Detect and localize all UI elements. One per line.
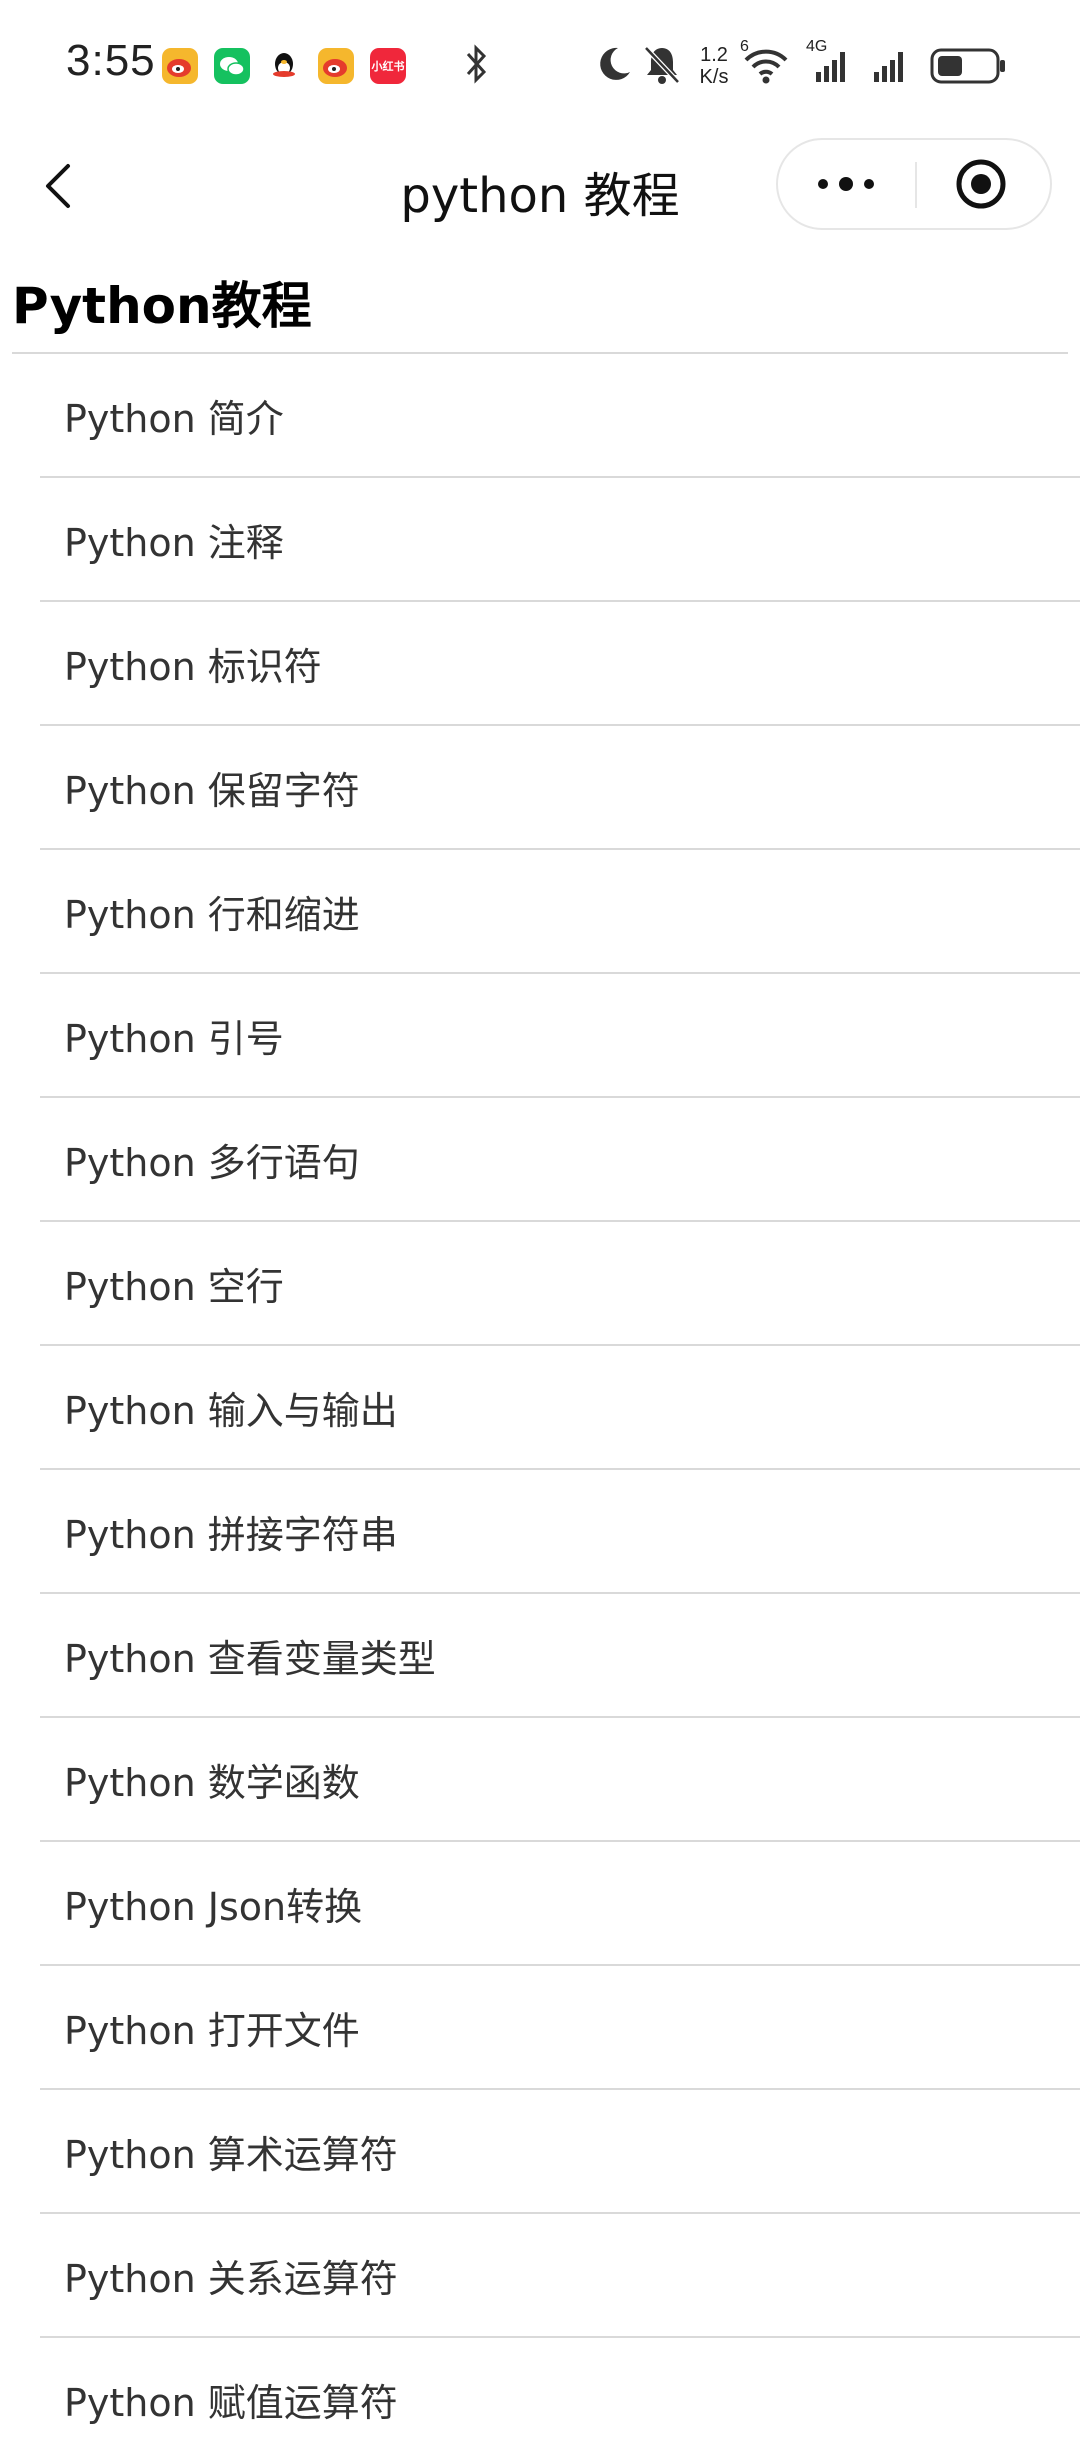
battery-icon <box>930 46 1010 98</box>
list-item-label: Python 查看变量类型 <box>64 1636 436 1681</box>
qq-icon <box>266 48 302 84</box>
list-item-relational-operators[interactable]: Python 关系运算符 <box>40 2214 1080 2338</box>
more-button[interactable] <box>778 140 915 228</box>
list-item-label: Python Json转换 <box>64 1884 363 1929</box>
page: 3:55 小红书 1.2 K/s 6 4G python 教程 Python教程… <box>0 0 1080 2438</box>
close-mini-program-button[interactable] <box>917 140 1050 228</box>
back-button[interactable] <box>36 152 86 218</box>
list-item-label: Python 赋值运算符 <box>64 2380 398 2425</box>
cell-signal-4g-icon: 4G <box>806 38 854 96</box>
cell-badge: 4G <box>806 38 828 55</box>
cell-signal-icon <box>868 44 916 96</box>
list-item-lines-indentation[interactable]: Python 行和缩进 <box>40 850 1080 974</box>
xiaohongshu-icon: 小红书 <box>370 48 406 84</box>
list-item-math-functions[interactable]: Python 数学函数 <box>40 1718 1080 1842</box>
list-item-label: Python 空行 <box>64 1264 284 1309</box>
status-bar: 3:55 小红书 1.2 K/s 6 4G <box>0 0 1080 130</box>
page-title: python 教程 <box>400 168 680 224</box>
list-item-intro[interactable]: Python 简介 <box>40 354 1080 478</box>
weibo-icon <box>318 48 354 84</box>
list-item-label: Python 标识符 <box>64 644 322 689</box>
chevron-left-icon <box>46 164 70 208</box>
network-speed-unit: K/s <box>699 66 729 88</box>
mute-notification-icon <box>642 42 682 94</box>
section-title: Python教程 <box>12 277 312 335</box>
list-item-string-concat[interactable]: Python 拼接字符串 <box>40 1470 1080 1594</box>
weibo-icon <box>162 48 198 84</box>
mini-program-capsule <box>776 138 1052 230</box>
list-item-comments[interactable]: Python 注释 <box>40 478 1080 602</box>
list-item-open-file[interactable]: Python 打开文件 <box>40 1966 1080 2090</box>
list-item-label: Python 引号 <box>64 1016 284 1061</box>
list-item-quotes[interactable]: Python 引号 <box>40 974 1080 1098</box>
list-item-assignment-operators[interactable]: Python 赋值运算符 <box>40 2338 1080 2438</box>
list-item-reserved-words[interactable]: Python 保留字符 <box>40 726 1080 850</box>
list-item-label: Python 简介 <box>64 396 284 441</box>
nav-bar: python 教程 <box>0 130 1080 240</box>
network-speed: 1.2 K/s <box>694 44 734 88</box>
more-dots-icon <box>818 177 874 191</box>
list-item-label: Python 注释 <box>64 520 284 565</box>
list-item-input-output[interactable]: Python 输入与输出 <box>40 1346 1080 1470</box>
list-item-label: Python 多行语句 <box>64 1140 360 1185</box>
list-item-label: Python 保留字符 <box>64 768 360 813</box>
list-item-arithmetic-operators[interactable]: Python 算术运算符 <box>40 2090 1080 2214</box>
tutorial-list: Python 简介 Python 注释 Python 标识符 Python 保留… <box>40 354 1080 2438</box>
list-item-label: Python 关系运算符 <box>64 2256 398 2301</box>
list-item-label: Python 打开文件 <box>64 2008 360 2053</box>
wechat-icon <box>214 48 250 84</box>
list-item-label: Python 算术运算符 <box>64 2132 398 2177</box>
list-item-label: Python 输入与输出 <box>64 1388 398 1433</box>
list-item-label: Python 拼接字符串 <box>64 1512 398 1557</box>
list-item-multiline-statements[interactable]: Python 多行语句 <box>40 1098 1080 1222</box>
list-item-label: Python 数学函数 <box>64 1760 360 1805</box>
target-circle-icon <box>956 159 1006 209</box>
list-item-json[interactable]: Python Json转换 <box>40 1842 1080 1966</box>
list-item-blank-lines[interactable]: Python 空行 <box>40 1222 1080 1346</box>
list-item-label: Python 行和缩进 <box>64 892 360 937</box>
do-not-disturb-icon <box>596 44 632 96</box>
list-item-variable-types[interactable]: Python 查看变量类型 <box>40 1594 1080 1718</box>
status-time: 3:55 <box>66 36 156 85</box>
wifi-icon: 6 <box>740 38 792 96</box>
wifi-badge: 6 <box>740 38 749 55</box>
network-speed-value: 1.2 <box>700 44 728 66</box>
list-item-identifiers[interactable]: Python 标识符 <box>40 602 1080 726</box>
bluetooth-icon <box>464 44 490 96</box>
